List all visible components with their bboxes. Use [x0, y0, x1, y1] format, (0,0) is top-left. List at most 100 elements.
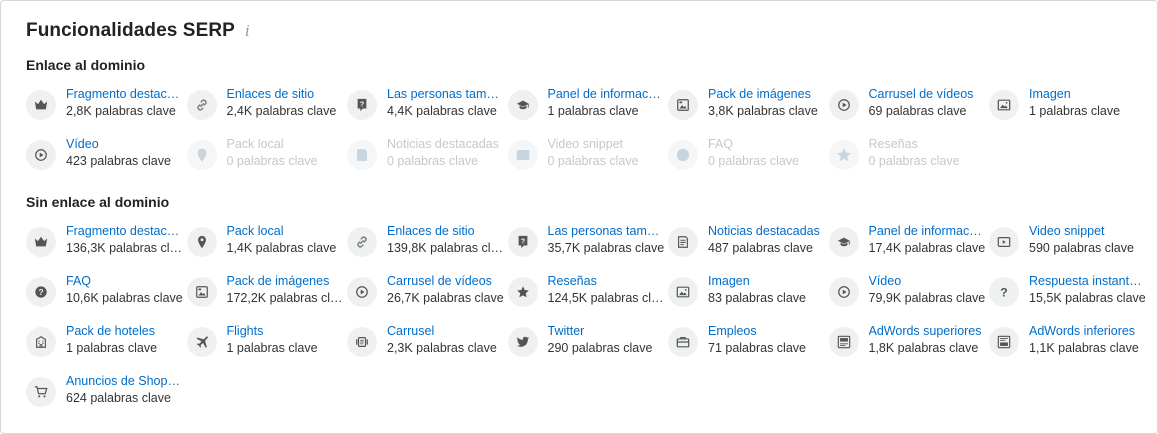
serp-feature-faq: ? FAQ 0 palabras clave [668, 136, 824, 176]
svg-text:?: ? [1000, 285, 1007, 299]
serp-feature-empleos[interactable]: Empleos 71 palabras clave [668, 323, 824, 363]
feature-keyword-count: 1 palabras clave [226, 341, 318, 355]
serp-feature-noticias-destacadas[interactable]: Noticias destacadas 487 palabras clave [668, 223, 824, 263]
section-title-linked: Enlace al dominio [26, 57, 146, 73]
feature-label[interactable]: Pack local [227, 223, 341, 239]
feature-keyword-count: 26,7K palabras clave [387, 291, 504, 305]
serp-feature-fragmento-destacado[interactable]: Fragmento destacado 136,3K palabras clave [26, 223, 184, 263]
image-pack-icon [668, 90, 698, 120]
serp-feature-panel-de-informacion[interactable]: Panel de información 17,4K palabras clave [828, 223, 985, 263]
feature-label[interactable]: Video snippet [1029, 223, 1143, 239]
feature-keyword-count: 624 palabras clave [66, 391, 171, 405]
serp-feature-panel-de-informacion[interactable]: Panel de información 1 palabras clave [507, 86, 664, 126]
serp-feature-resenas[interactable]: Reseñas 124,5K palabras clave [507, 273, 666, 313]
feature-keyword-count: 71 palabras clave [708, 341, 806, 355]
crown-icon [26, 90, 56, 120]
feature-label[interactable]: Las personas también preguntan [387, 86, 501, 102]
image-icon [989, 90, 1019, 120]
feature-label[interactable]: Noticias destacadas [708, 223, 822, 239]
feature-label[interactable]: Imagen [708, 273, 822, 289]
feature-keyword-count: 2,4K palabras clave [226, 104, 337, 118]
feature-keyword-count: 1,8K palabras clave [868, 341, 979, 355]
feature-label[interactable]: Panel de información [869, 223, 983, 239]
feature-keyword-count: 139,8K palabras clave [387, 241, 505, 255]
feature-label[interactable]: Pack de imágenes [708, 86, 822, 102]
card-title: Funcionalidades SERP [26, 20, 235, 41]
video-snippet-icon [507, 140, 538, 170]
feature-label[interactable]: Las personas también preguntan [548, 223, 662, 239]
serp-feature-video[interactable]: Vídeo 423 palabras clave [26, 136, 182, 176]
feature-keyword-count: 0 palabras clave [547, 154, 639, 168]
question-box-icon: ? [507, 227, 538, 257]
serp-feature-enlaces-de-sitio[interactable]: Enlaces de sitio 2,4K palabras clave [186, 86, 343, 126]
serp-feature-flights[interactable]: Flights 1 palabras clave [186, 323, 343, 363]
serp-feature-noticias-destacadas: Noticias destacadas 0 palabras clave [347, 136, 503, 176]
feature-label[interactable]: Respuesta instantánea [1029, 273, 1143, 289]
serp-feature-pack-de-imagenes[interactable]: Pack de imágenes 172,2K palabras clave [186, 273, 345, 313]
serp-feature-carrusel-de-videos[interactable]: Carrusel de vídeos 69 palabras clave [828, 86, 985, 126]
serp-features-card: Funcionalidades SERP i Enlace al dominio… [0, 0, 1158, 434]
question-mark-icon: ? [989, 277, 1019, 307]
feature-label[interactable]: Fragmento destacado [66, 223, 180, 239]
feature-label[interactable]: Enlaces de sitio [387, 223, 501, 239]
serp-feature-video-snippet[interactable]: Video snippet 590 palabras clave [989, 223, 1145, 263]
feature-label[interactable]: Pack de hoteles [66, 323, 180, 339]
feature-label[interactable]: Carrusel [387, 323, 501, 339]
feature-label: Noticias destacadas [387, 137, 499, 151]
feature-label[interactable]: Anuncios de Shopping [66, 373, 180, 389]
serp-feature-las-personas-tambien-preguntan[interactable]: ? Las personas también preguntan 35,7K pal… [507, 223, 664, 263]
faq-icon: ? [668, 140, 698, 170]
serp-feature-respuesta-instantanea[interactable]: ? Respuesta instantánea 15,5K palabras cla… [989, 273, 1146, 313]
feature-label[interactable]: Reseñas [548, 273, 662, 289]
serp-feature-carrusel[interactable]: Carrusel 2,3K palabras clave [347, 323, 503, 363]
feature-label[interactable]: Fragmento destacado [66, 86, 180, 102]
feature-keyword-count: 136,3K palabras clave [66, 241, 184, 255]
twitter-icon [507, 327, 538, 357]
feature-label[interactable]: Enlaces de sitio [227, 86, 341, 102]
feature-label[interactable]: Vídeo [66, 136, 180, 152]
feature-keyword-count: 79,9K palabras clave [868, 291, 986, 305]
ad-bottom-icon [989, 327, 1019, 357]
serp-feature-las-personas-tambien-preguntan[interactable]: ? Las personas también preguntan 4,4K pala… [347, 86, 503, 126]
serp-feature-enlaces-de-sitio[interactable]: Enlaces de sitio 139,8K palabras clave [347, 223, 505, 263]
serp-feature-fragmento-destacado[interactable]: Fragmento destacado 2,8K palabras clave [26, 86, 182, 126]
serp-feature-anuncios-de-shopping[interactable]: Anuncios de Shopping 624 palabras clave [26, 373, 182, 413]
serp-feature-video[interactable]: Vídeo 79,9K palabras clave [828, 273, 986, 313]
feature-label: Video snippet [547, 137, 624, 151]
feature-label[interactable]: Empleos [708, 323, 822, 339]
question-box-icon: ? [347, 90, 377, 120]
feature-label[interactable]: Twitter [548, 323, 662, 339]
play-circle-icon [828, 277, 859, 307]
info-icon[interactable]: i [245, 22, 250, 40]
serp-feature-adwords-inferiores[interactable]: AdWords inferiores 1,1K palabras clave [989, 323, 1145, 363]
feature-label[interactable]: Carrusel de vídeos [869, 86, 983, 102]
serp-feature-carrusel-de-videos[interactable]: Carrusel de vídeos 26,7K palabras clave [347, 273, 504, 313]
feature-label[interactable]: AdWords superiores [869, 323, 983, 339]
feature-label[interactable]: Panel de información [548, 86, 662, 102]
feature-label[interactable]: FAQ [66, 273, 180, 289]
feature-keyword-count: 1 palabras clave [1029, 104, 1121, 118]
feature-label[interactable]: AdWords inferiores [1029, 323, 1143, 339]
feature-keyword-count: 1 palabras clave [66, 341, 158, 355]
feature-keyword-count: 15,5K palabras clave [1029, 291, 1146, 305]
serp-feature-imagen[interactable]: Imagen 1 palabras clave [989, 86, 1145, 126]
serp-feature-pack-de-hoteles[interactable]: Pack de hoteles 1 palabras clave [26, 323, 182, 363]
feature-label[interactable]: Vídeo [869, 273, 983, 289]
feature-label[interactable]: Pack de imágenes [227, 273, 341, 289]
faq-icon: ? [26, 277, 56, 307]
serp-feature-adwords-superiores[interactable]: AdWords superiores 1,8K palabras clave [828, 323, 985, 363]
serp-feature-pack-local[interactable]: Pack local 1,4K palabras clave [186, 223, 343, 263]
feature-label[interactable]: Carrusel de vídeos [387, 273, 501, 289]
feature-keyword-count: 1 palabras clave [547, 104, 639, 118]
serp-feature-pack-de-imagenes[interactable]: Pack de imágenes 3,8K palabras clave [668, 86, 824, 126]
feature-label[interactable]: Imagen [1029, 86, 1143, 102]
serp-feature-imagen[interactable]: Imagen 83 palabras clave [668, 273, 824, 313]
image-pack-icon [186, 277, 217, 307]
feature-keyword-count: 2,8K palabras clave [66, 104, 176, 118]
feature-label[interactable]: Flights [227, 323, 341, 339]
shopping-cart-icon [26, 377, 56, 407]
serp-feature-faq[interactable]: ? FAQ 10,6K palabras clave [26, 273, 183, 313]
serp-feature-twitter[interactable]: Twitter 290 palabras clave [507, 323, 664, 363]
ad-top-icon [828, 327, 859, 357]
link-icon [186, 90, 217, 120]
